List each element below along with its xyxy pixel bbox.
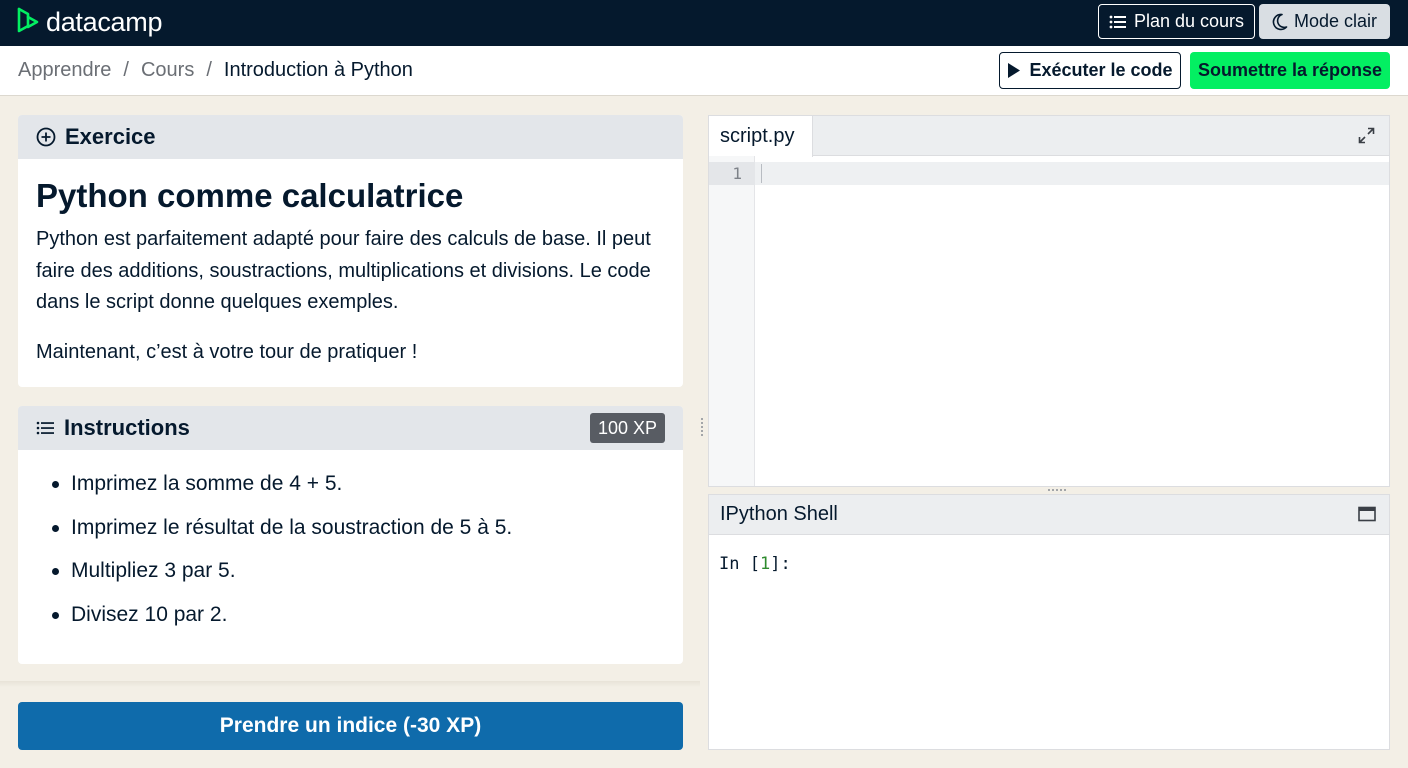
window-icon[interactable]	[1358, 506, 1376, 522]
line-number: 1	[732, 164, 742, 183]
play-icon	[1007, 62, 1021, 79]
instruction-item: Imprimez la somme de 4 + 5.	[52, 468, 683, 512]
vertical-resize-handle[interactable]	[701, 418, 703, 436]
instruction-item: Imprimez le résultat de la soustraction …	[52, 512, 683, 556]
list-icon	[36, 420, 55, 436]
breadcrumb-bar: Apprendre / Cours / Introduction à Pytho…	[0, 46, 1408, 96]
list-icon	[1109, 14, 1127, 30]
light-mode-label: Mode clair	[1293, 11, 1378, 31]
exercise-header: Exercice	[18, 115, 683, 159]
shell-prompt: In [1]:	[719, 554, 791, 574]
ipython-shell[interactable]: IPython Shell In [1]:	[708, 494, 1390, 750]
breadcrumb: Apprendre / Cours / Introduction à Pytho…	[18, 59, 413, 82]
prompt-prefix: In [	[719, 554, 760, 574]
horizontal-resize-handle[interactable]	[1048, 489, 1066, 491]
instructions-list: Imprimez la somme de 4 + 5. Imprimez le …	[52, 468, 683, 642]
prompt-suffix: ]:	[770, 554, 791, 574]
breadcrumb-learn[interactable]: Apprendre	[18, 59, 111, 82]
xp-badge: 100 XP	[589, 413, 665, 443]
breadcrumb-separator: /	[123, 59, 129, 81]
breadcrumb-courses[interactable]: Cours	[141, 59, 194, 82]
datacamp-logo[interactable]: datacamp	[16, 5, 162, 39]
submit-answer-button[interactable]: Soumettre la réponse	[1190, 52, 1390, 89]
instruction-item: Multipliez 3 par 5.	[52, 555, 683, 599]
light-mode-button[interactable]: Mode clair	[1259, 4, 1390, 39]
active-code-line[interactable]	[755, 162, 1389, 185]
prompt-number: 1	[759, 554, 771, 574]
exercise-card: Exercice Python comme calculatrice Pytho…	[18, 115, 683, 387]
expand-icon[interactable]	[1358, 127, 1375, 144]
shell-title: IPython Shell	[720, 503, 838, 525]
run-code-label: Exécuter le code	[1029, 60, 1173, 80]
run-code-button[interactable]: Exécuter le code	[999, 52, 1181, 89]
plus-circle-icon	[36, 127, 56, 147]
instructions-header: Instructions 100 XP	[18, 406, 683, 450]
instructions-header-label: Instructions	[64, 415, 190, 440]
take-hint-button[interactable]: Prendre un indice (-30 XP)	[18, 702, 683, 750]
tab-script-py[interactable]: script.py	[709, 116, 813, 157]
exercise-header-label: Exercice	[65, 124, 156, 149]
line-number-gutter: 1	[709, 156, 755, 486]
top-bar: datacamp Plan du cours Mode clair	[0, 0, 1408, 46]
exercise-title: Python comme calculatrice	[36, 177, 464, 214]
panel-divider	[0, 681, 700, 687]
datacamp-logo-icon	[17, 7, 39, 33]
code-editor: script.py 1	[708, 115, 1390, 487]
brand-name: datacamp	[46, 6, 163, 37]
breadcrumb-current-course: Introduction à Python	[223, 59, 413, 81]
exercise-call-to-action: Maintenant, c’est à votre tour de pratiq…	[36, 340, 418, 363]
instructions-card: Instructions 100 XP Imprimez la somme de…	[18, 406, 683, 664]
text-cursor	[761, 164, 762, 183]
course-plan-button[interactable]: Plan du cours	[1098, 4, 1255, 39]
moon-icon	[1272, 13, 1288, 31]
exercise-description: Python est parfaitement adapté pour fair…	[36, 228, 651, 313]
shell-header: IPython Shell	[709, 495, 1389, 535]
instruction-item: Divisez 10 par 2.	[52, 599, 683, 643]
course-plan-label: Plan du cours	[1133, 11, 1245, 31]
breadcrumb-separator: /	[206, 59, 212, 81]
editor-tab-bar: script.py	[709, 116, 1389, 157]
